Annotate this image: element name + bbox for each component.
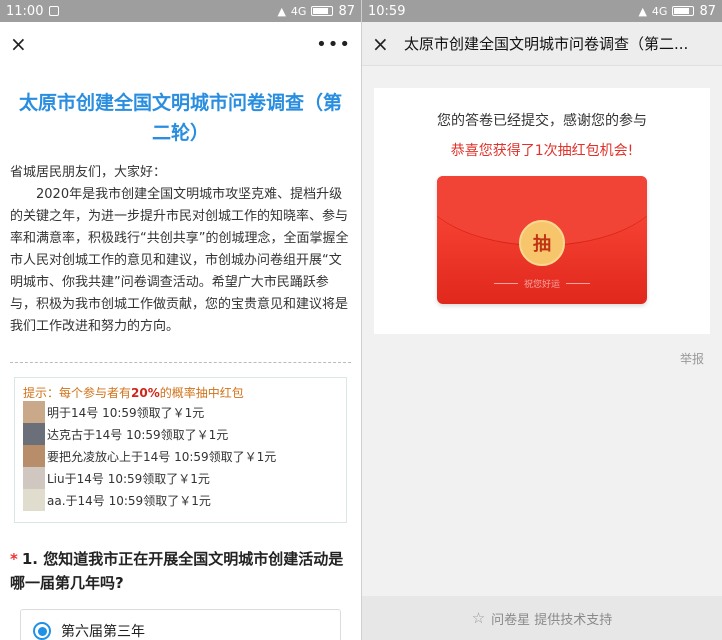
- avatar: [23, 467, 45, 489]
- battery-level: 87: [699, 3, 716, 19]
- signal-icon: ▲: [638, 4, 647, 18]
- result-screen: 10:59 ▲ 4G 87 × 太原市创建全国文明城市问卷调查（第二... 您的…: [362, 0, 722, 640]
- nav-title: 太原市创建全国文明城市问卷调查（第二...: [404, 35, 689, 53]
- submitted-message: 您的答卷已经提交，感谢您的参与: [437, 113, 647, 129]
- greeting: 省城居民朋友们，大家好：: [10, 165, 167, 180]
- tip-text: 提示：每个参与者有20%的概率抽中红包: [23, 386, 244, 400]
- footer-text[interactable]: 问卷星 提供技术支持: [491, 609, 612, 628]
- required-mark: *: [10, 550, 18, 568]
- survey-content: 太原市创建全国文明城市问卷调查（第二轮） 省城居民朋友们，大家好： 2020年是…: [0, 88, 361, 640]
- avatar: [23, 401, 45, 423]
- radio-selected-icon[interactable]: [33, 622, 51, 640]
- divider: [10, 362, 351, 363]
- congrats-message: 恭喜您获得了1次抽红包机会!: [450, 143, 634, 159]
- list-item: aa.于14号 10:59领取了￥1元: [23, 489, 338, 511]
- avatar: [23, 423, 45, 445]
- luck-text: 祝您好运: [437, 277, 647, 290]
- network-label: 4G: [290, 4, 307, 18]
- status-bar: 11:00 ▲ 4G 87: [0, 0, 361, 22]
- avatar: [23, 445, 45, 467]
- nav-bar: × 太原市创建全国文明城市问卷调查（第二...: [362, 22, 722, 66]
- result-card: 您的答卷已经提交，感谢您的参与 恭喜您获得了1次抽红包机会! 抽 祝您好运: [374, 88, 710, 334]
- winner-ticker: 提示：每个参与者有20%的概率抽中红包 明于14号 10:59领取了￥1元 达克…: [14, 377, 347, 523]
- signal-icon: ▲: [277, 4, 286, 18]
- intro-text: 2020年是我市创建全国文明城市攻坚克难、提档升级的关键之年，为进一步提升市民对…: [10, 187, 349, 334]
- survey-screen: 11:00 ▲ 4G 87 × ••• 太原市创建全国文明城市问卷调查（第二轮）…: [0, 0, 361, 640]
- battery-icon: [311, 6, 334, 16]
- nav-bar: × •••: [0, 22, 361, 66]
- battery-level: 87: [338, 3, 355, 19]
- camera-icon: [49, 6, 60, 16]
- page-title: 太原市创建全国文明城市问卷调查（第二轮）: [18, 92, 342, 144]
- avatar: [23, 489, 45, 511]
- question-1: * 1. 您知道我市正在开展全国文明城市创建活动是哪一届第几年吗?: [10, 550, 344, 592]
- option-1[interactable]: 第六届第三年: [20, 609, 341, 640]
- report-link[interactable]: 举报: [680, 350, 704, 367]
- more-icon[interactable]: •••: [316, 34, 351, 55]
- status-bar: 10:59 ▲ 4G 87: [362, 0, 722, 22]
- list-item: 要把允凌放心上于14号 10:59领取了￥1元: [23, 445, 338, 467]
- draw-button[interactable]: 抽: [519, 220, 565, 266]
- close-icon[interactable]: ×: [372, 32, 398, 56]
- list-item: 达克古于14号 10:59领取了￥1元: [23, 423, 338, 445]
- red-envelope[interactable]: 抽 祝您好运: [437, 176, 647, 304]
- list-item: Liu于14号 10:59领取了￥1元: [23, 467, 338, 489]
- star-icon: ☆: [471, 609, 486, 627]
- status-time: 11:00: [6, 3, 44, 19]
- list-item: 明于14号 10:59领取了￥1元: [23, 401, 338, 423]
- footer: ☆ 问卷星 提供技术支持: [362, 596, 722, 640]
- network-label: 4G: [651, 4, 668, 18]
- status-time: 10:59: [368, 3, 406, 19]
- battery-icon: [672, 6, 695, 16]
- close-icon[interactable]: ×: [10, 32, 36, 56]
